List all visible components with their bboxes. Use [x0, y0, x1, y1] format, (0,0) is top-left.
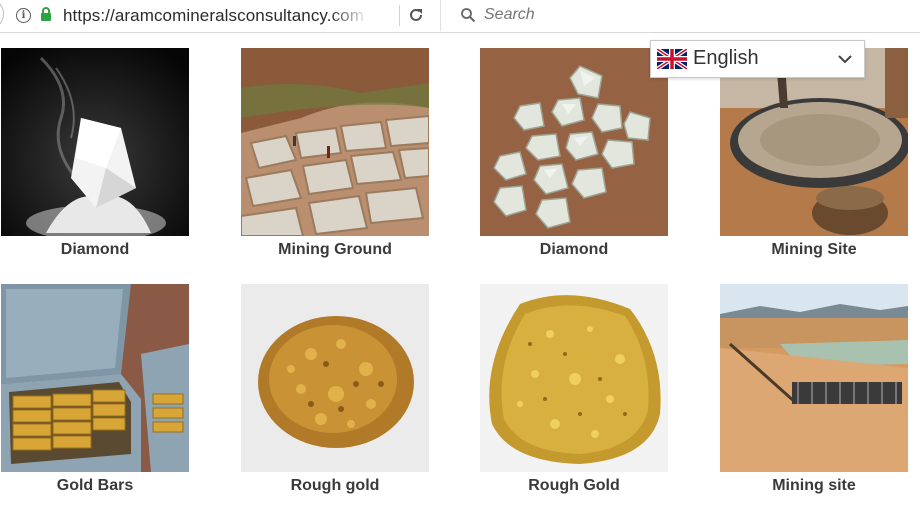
search-icon	[461, 8, 476, 23]
back-button[interactable]	[0, 0, 4, 30]
gallery-caption[interactable]: Rough Gold	[480, 477, 668, 495]
mining-site-photo[interactable]	[720, 284, 908, 472]
gallery-caption[interactable]: Mining Ground	[241, 241, 429, 259]
search-bar[interactable]: Search	[451, 0, 595, 31]
address-bar[interactable]: i https://aramcomineralsconsultancy.com	[0, 0, 441, 31]
mining-ground-photo[interactable]	[241, 48, 429, 236]
lock-icon[interactable]	[40, 7, 52, 22]
language-selector[interactable]: English	[650, 40, 865, 78]
browser-toolbar: i https://aramcomineralsconsultancy.com …	[0, 0, 920, 33]
gallery-caption[interactable]: Gold Bars	[1, 477, 189, 495]
gallery-caption[interactable]: Rough gold	[241, 477, 429, 495]
search-input[interactable]: Search	[484, 6, 535, 24]
diamond-photo[interactable]	[1, 48, 189, 236]
gallery-caption[interactable]: Mining Site	[720, 241, 908, 259]
diamond-photo[interactable]	[480, 48, 668, 236]
gallery-caption[interactable]: Mining site	[720, 477, 908, 495]
rough-gold-photo[interactable]	[480, 284, 668, 472]
chevron-down-icon[interactable]	[838, 54, 852, 64]
gold-bars-photo[interactable]	[1, 284, 189, 472]
info-icon[interactable]: i	[16, 8, 31, 23]
uk-flag-icon	[657, 49, 687, 69]
url-fade	[329, 2, 369, 28]
url-divider	[399, 5, 400, 26]
language-label: English	[693, 47, 759, 69]
gallery-caption[interactable]: Diamond	[1, 241, 189, 259]
rough-gold-photo[interactable]	[241, 284, 429, 472]
reload-icon[interactable]	[408, 7, 424, 23]
url-text[interactable]: https://aramcomineralsconsultancy.com	[63, 6, 363, 26]
gallery-caption[interactable]: Diamond	[480, 241, 668, 259]
